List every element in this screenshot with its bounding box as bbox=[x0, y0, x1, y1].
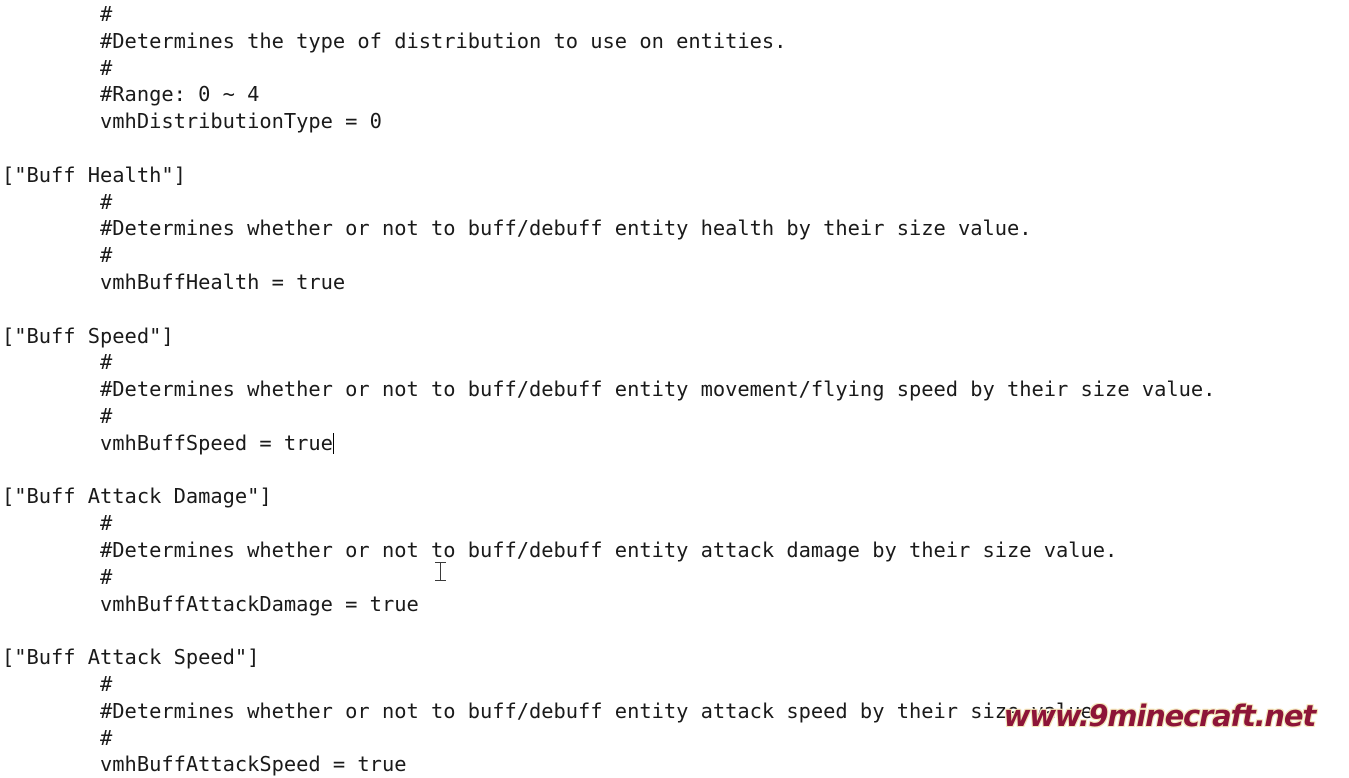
code-line[interactable]: #Determines whether or not to buff/debuf… bbox=[0, 376, 1349, 403]
code-line[interactable]: # bbox=[0, 242, 1349, 269]
site-watermark: www.9minecraft.net bbox=[1003, 699, 1316, 734]
code-line-section-buff-speed[interactable]: ["Buff Speed"] bbox=[0, 323, 1349, 350]
code-line[interactable]: #Determines whether or not to buff/debuf… bbox=[0, 537, 1349, 564]
code-line-text: vmhBuffSpeed = true bbox=[2, 430, 333, 455]
code-line[interactable]: #Range: 0 ~ 4 bbox=[0, 81, 1349, 108]
code-line[interactable]: #Determines whether or not to buff/debuf… bbox=[0, 215, 1349, 242]
code-line-blank[interactable] bbox=[0, 296, 1349, 323]
code-line[interactable]: # bbox=[0, 510, 1349, 537]
code-line[interactable]: # bbox=[0, 1, 1349, 28]
code-line[interactable]: #Determines the type of distribution to … bbox=[0, 28, 1349, 55]
code-line-blank[interactable] bbox=[0, 457, 1349, 484]
code-line[interactable]: # bbox=[0, 189, 1349, 216]
code-line[interactable]: # bbox=[0, 403, 1349, 430]
code-line-setting-buff-attack-damage[interactable]: vmhBuffAttackDamage = true bbox=[0, 591, 1349, 618]
config-text-editor[interactable]: # #Determines the type of distribution t… bbox=[0, 0, 1349, 776]
code-line[interactable]: # bbox=[0, 671, 1349, 698]
code-line-section-buff-attack-damage[interactable]: ["Buff Attack Damage"] bbox=[0, 483, 1349, 510]
code-line-setting-buff-speed[interactable]: vmhBuffSpeed = true bbox=[0, 430, 1349, 457]
code-line-setting-buff-health[interactable]: vmhBuffHealth = true bbox=[0, 269, 1349, 296]
code-line-section-buff-attack-speed[interactable]: ["Buff Attack Speed"] bbox=[0, 644, 1349, 671]
text-caret bbox=[332, 432, 334, 454]
code-line-blank[interactable] bbox=[0, 617, 1349, 644]
code-line-section-buff-health[interactable]: ["Buff Health"] bbox=[0, 162, 1349, 189]
code-line[interactable]: # bbox=[0, 55, 1349, 82]
code-line[interactable]: # bbox=[0, 349, 1349, 376]
code-line-setting-buff-attack-speed[interactable]: vmhBuffAttackSpeed = true bbox=[0, 751, 1349, 778]
code-line-setting-distribution-type[interactable]: vmhDistributionType = 0 bbox=[0, 108, 1349, 135]
code-line-blank[interactable] bbox=[0, 135, 1349, 162]
code-area[interactable]: # #Determines the type of distribution t… bbox=[0, 0, 1349, 778]
code-line[interactable]: # bbox=[0, 564, 1349, 591]
